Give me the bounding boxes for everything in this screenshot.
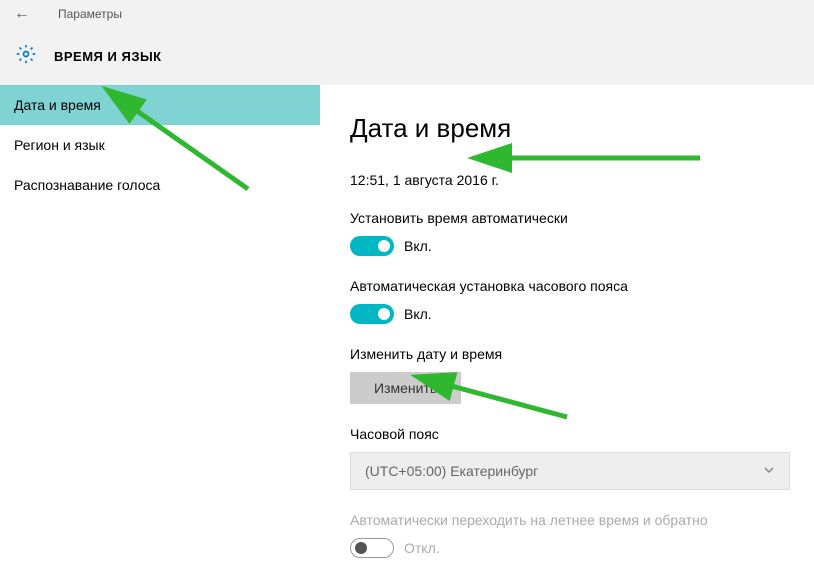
main-content: Дата и время 12:51, 1 августа 2016 г. Ус… — [320, 85, 814, 580]
sidebar-item-date-time[interactable]: Дата и время — [0, 85, 320, 125]
auto-time-state: Вкл. — [404, 238, 432, 254]
change-datetime-label: Изменить дату и время — [350, 346, 784, 362]
dst-state: Откл. — [404, 540, 440, 556]
dst-label: Автоматически переходить на летнее время… — [350, 512, 784, 528]
sidebar-item-region[interactable]: Регион и язык — [0, 125, 320, 165]
auto-time-toggle[interactable] — [350, 236, 394, 256]
page-title: Дата и время — [350, 113, 784, 144]
current-datetime: 12:51, 1 августа 2016 г. — [350, 172, 784, 188]
header-banner: ← Параметры ВРЕМЯ И ЯЗЫК — [0, 0, 814, 85]
gear-icon — [16, 44, 36, 69]
change-button[interactable]: Изменить — [350, 372, 461, 404]
sidebar: Дата и время Регион и язык Распознавание… — [0, 85, 320, 580]
timezone-dropdown[interactable]: (UTC+05:00) Екатеринбург — [350, 452, 790, 490]
section-title: ВРЕМЯ И ЯЗЫК — [54, 49, 162, 64]
back-button[interactable]: ← — [14, 5, 30, 23]
auto-tz-label: Автоматическая установка часового пояса — [350, 278, 784, 294]
auto-time-label: Установить время автоматически — [350, 210, 784, 226]
timezone-value: (UTC+05:00) Екатеринбург — [365, 463, 538, 479]
timezone-label: Часовой пояс — [350, 426, 784, 442]
sidebar-item-speech[interactable]: Распознавание голоса — [0, 165, 320, 205]
auto-tz-state: Вкл. — [404, 306, 432, 322]
auto-tz-toggle[interactable] — [350, 304, 394, 324]
dst-toggle[interactable] — [350, 538, 394, 558]
app-title: Параметры — [58, 7, 122, 21]
chevron-down-icon — [763, 463, 775, 479]
